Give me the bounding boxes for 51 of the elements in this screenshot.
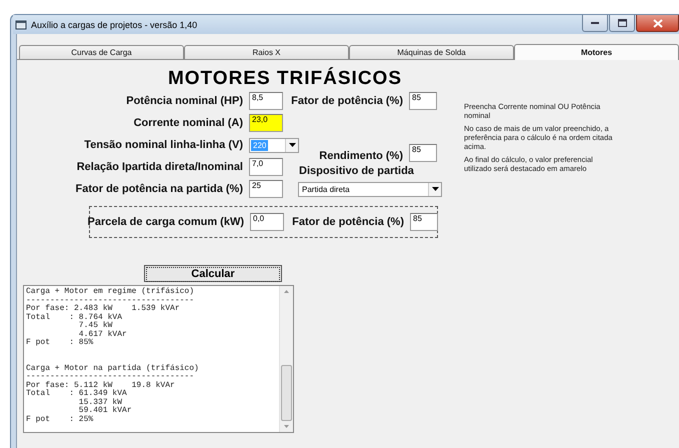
maximize-icon — [618, 19, 626, 27]
app-icon — [15, 19, 27, 30]
result-line: ----------------------------------- — [26, 373, 196, 381]
result-line: Por fase: 5.112 kW 19.8 kVAr — [26, 382, 176, 390]
result-line: 7.45 kW — [78, 322, 114, 330]
field-label: Fator de potência na partida (%) — [76, 183, 244, 195]
result-line: F pot : 25% — [26, 416, 94, 424]
field-label: Fator de potência (%) — [292, 216, 405, 228]
page-heading: MOTORES TRIFÁSICOS — [168, 68, 402, 90]
field-label: Dispositivo de partida — [298, 165, 415, 177]
input-field[interactable]: 0,0 — [250, 213, 284, 231]
result-line: 4.617 kVAr — [78, 330, 128, 338]
input-field[interactable]: 25 — [249, 180, 283, 198]
result-line: Total : 61.349 kVA — [26, 390, 128, 398]
starter-dropdown[interactable]: Partida direta — [298, 182, 442, 196]
input-field[interactable]: 85 — [409, 144, 437, 162]
field-label: Tensão nominal linha-linha (V) — [84, 139, 244, 151]
input-field[interactable]: 8,5 — [249, 92, 283, 110]
minimize-button[interactable] — [582, 15, 608, 32]
minimize-icon — [590, 21, 600, 25]
maximize-button[interactable] — [609, 15, 635, 32]
input-field[interactable]: 7,0 — [249, 158, 283, 176]
result-line: ----------------------------------- — [26, 296, 196, 304]
scroll-down-icon — [284, 425, 289, 428]
tab[interactable]: Motores — [514, 44, 679, 60]
calculate-button[interactable]: Calcular — [144, 265, 282, 282]
field-label: Fator de potência (%) — [291, 95, 404, 107]
tab[interactable]: Máquinas de Solda — [349, 45, 514, 59]
scroll-up-icon — [284, 290, 289, 293]
result-line: Por fase: 2.483 kW 1.539 kVAr — [26, 305, 181, 313]
scrollbar[interactable] — [279, 286, 293, 432]
result-line: F pot : 85% — [26, 339, 94, 348]
close-icon — [652, 18, 662, 28]
result-line: 59.401 kVAr — [78, 407, 133, 416]
tab[interactable]: Raios X — [184, 45, 349, 59]
close-button[interactable] — [636, 15, 679, 32]
result-line: Total : 8.764 kVA — [26, 314, 124, 322]
field-label: Corrente nominal (A) — [134, 117, 244, 129]
scrollbar-thumb[interactable] — [281, 364, 292, 422]
field-label: Potência nominal (HP) — [126, 95, 244, 107]
window-title: Auxílio a cargas de projetos - versão 1,40 — [31, 20, 198, 30]
result-line: Carga + Motor em regime (trifásico) — [26, 288, 196, 296]
field-label: Parcela de carga comum (kW) — [87, 216, 245, 228]
tab[interactable]: Curvas de Carga — [19, 45, 184, 59]
input-field[interactable]: 23,0 — [249, 114, 283, 132]
field-label: Rendimento (%) — [319, 150, 404, 162]
result-line: Carga + Motor na partida (trifásico) — [26, 364, 200, 373]
input-field[interactable]: 85 — [410, 213, 438, 231]
field-label: Relação Ipartida direta/Inominal — [76, 161, 244, 173]
result-line: 15.337 kW — [78, 398, 122, 406]
input-field[interactable]: 85 — [409, 92, 437, 110]
